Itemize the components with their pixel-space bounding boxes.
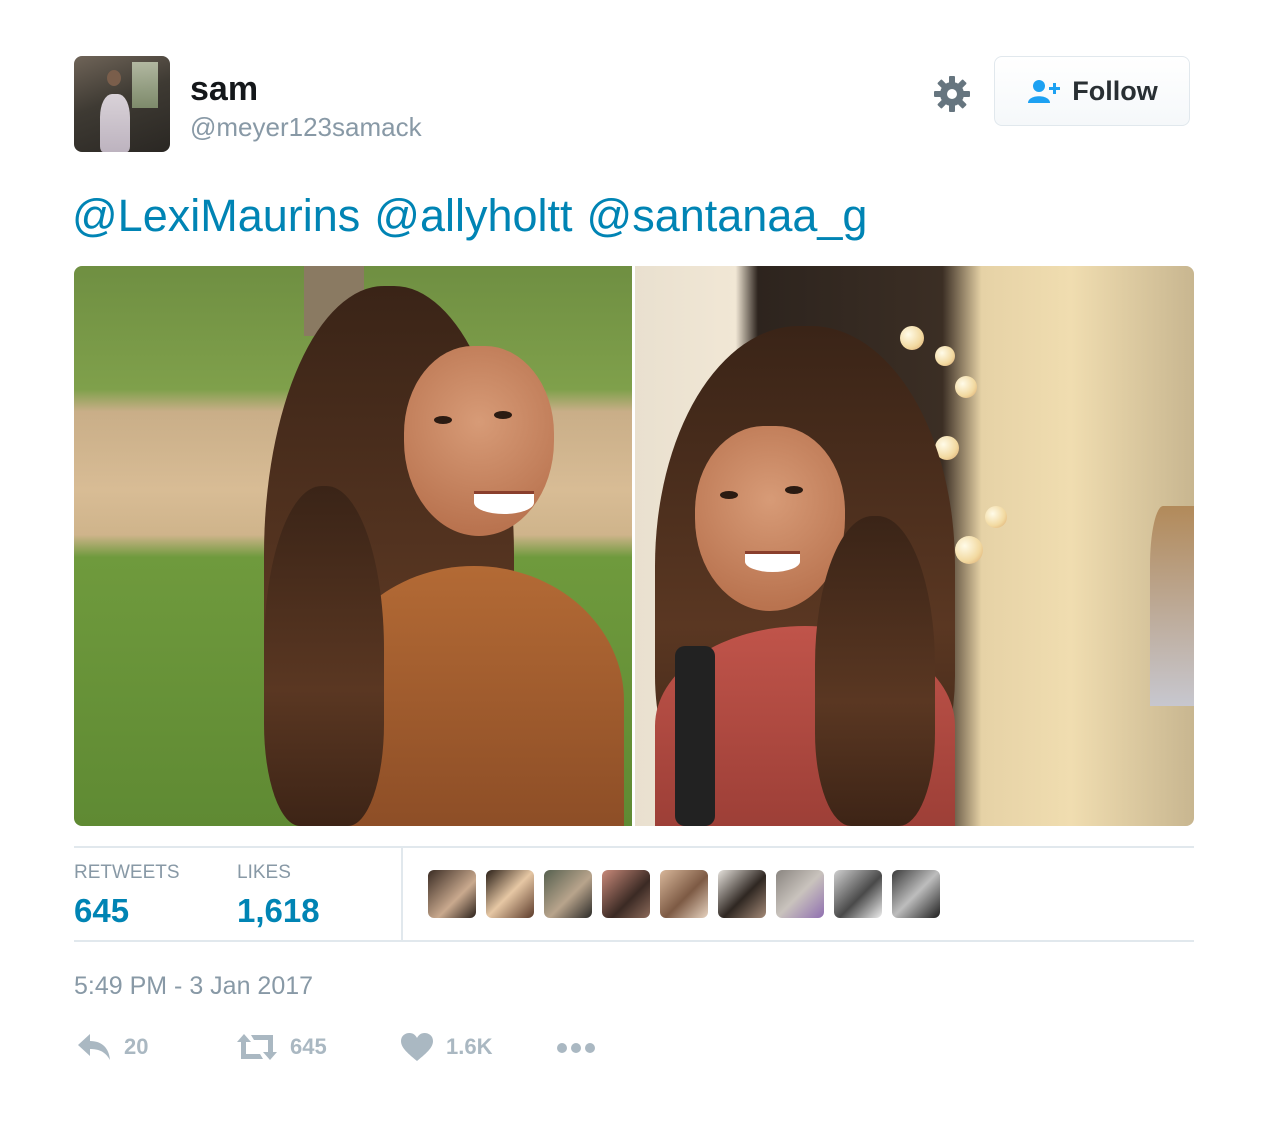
liker-avatar[interactable] bbox=[486, 870, 534, 918]
follow-label: Follow bbox=[1072, 75, 1158, 106]
username[interactable]: @meyer123samack bbox=[190, 112, 422, 143]
liker-avatar[interactable] bbox=[776, 870, 824, 918]
mention-link[interactable]: @LexiMaurins bbox=[72, 190, 360, 241]
add-user-icon bbox=[1028, 80, 1061, 103]
more-button[interactable] bbox=[556, 1042, 596, 1054]
mention-link[interactable]: @santanaa_g bbox=[587, 190, 868, 241]
liker-avatar[interactable] bbox=[602, 870, 650, 918]
heart-icon bbox=[401, 1033, 433, 1061]
follow-button[interactable]: Follow bbox=[994, 56, 1190, 126]
more-icon bbox=[557, 1043, 595, 1053]
like-count: 1.6K bbox=[446, 1034, 493, 1059]
liker-avatar[interactable] bbox=[660, 870, 708, 918]
divider bbox=[74, 940, 1194, 942]
reply-icon bbox=[78, 1034, 110, 1060]
tweet-text: @LexiMaurins @allyholtt @santanaa_g bbox=[72, 190, 881, 242]
tweet-media bbox=[74, 266, 1194, 826]
display-name[interactable]: sam bbox=[190, 70, 258, 109]
retweets-label: RETWEETS bbox=[74, 862, 180, 883]
liker-avatar[interactable] bbox=[892, 870, 940, 918]
tweet-timestamp[interactable]: 5:49 PM - 3 Jan 2017 bbox=[74, 972, 313, 1001]
photo-divider bbox=[632, 266, 635, 826]
photo-right[interactable] bbox=[635, 266, 1194, 826]
liker-avatar[interactable] bbox=[544, 870, 592, 918]
reply-count: 20 bbox=[124, 1034, 149, 1059]
retweet-icon bbox=[237, 1034, 277, 1060]
like-button[interactable]: 1.6K bbox=[400, 1032, 492, 1062]
photo-left[interactable] bbox=[74, 266, 632, 826]
likes-count[interactable]: 1,618 bbox=[237, 892, 320, 930]
divider bbox=[401, 848, 403, 940]
gear-icon[interactable] bbox=[932, 74, 972, 114]
divider bbox=[74, 846, 1194, 848]
retweet-count: 645 bbox=[290, 1034, 327, 1059]
retweets-count[interactable]: 645 bbox=[74, 892, 129, 930]
liker-avatar[interactable] bbox=[428, 870, 476, 918]
liker-avatar[interactable] bbox=[834, 870, 882, 918]
liker-avatar[interactable] bbox=[718, 870, 766, 918]
likes-label: LIKES bbox=[237, 862, 291, 883]
mention-link[interactable]: @allyholtt bbox=[374, 190, 572, 241]
retweet-button[interactable]: 645 bbox=[236, 1032, 327, 1062]
reply-button[interactable]: 20 bbox=[76, 1032, 148, 1062]
user-avatar[interactable] bbox=[74, 56, 170, 152]
